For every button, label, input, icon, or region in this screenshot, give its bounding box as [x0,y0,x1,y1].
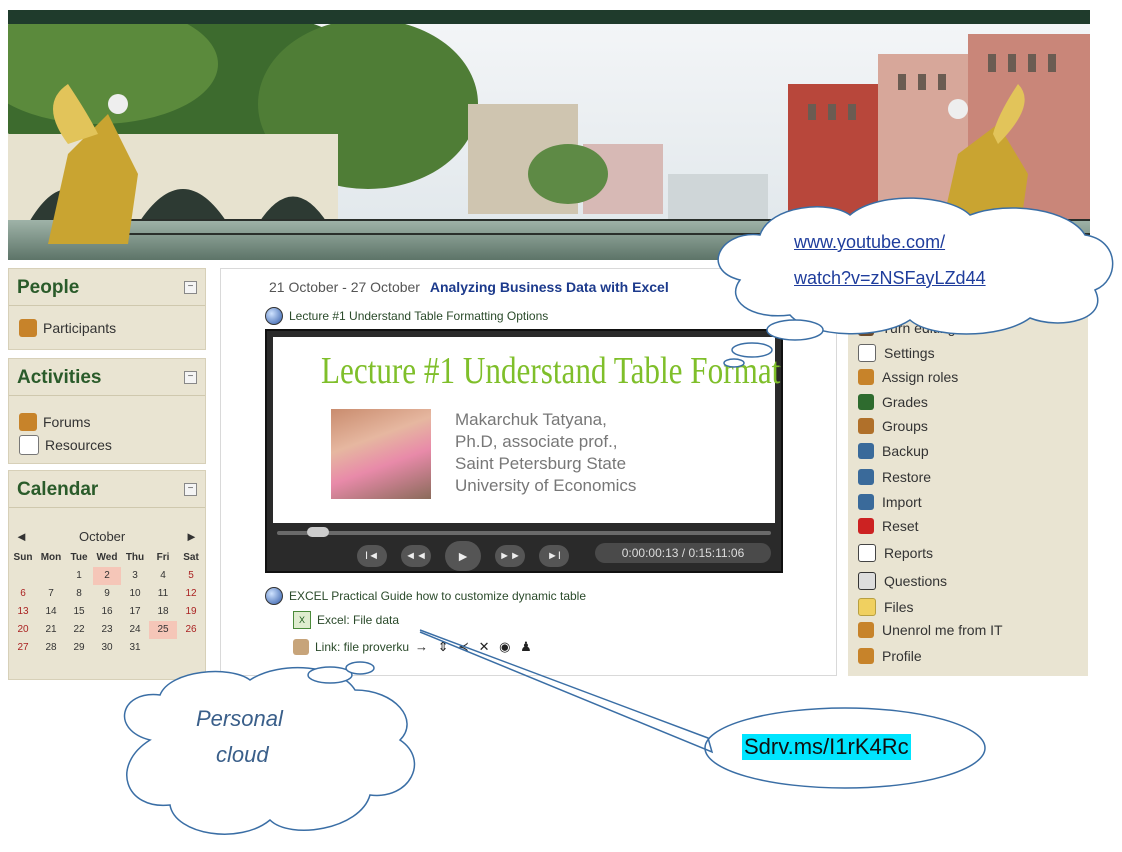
callout-overlays [123,197,1114,835]
personal-cloud-bubble [345,661,375,675]
youtube-link-line1[interactable]: www.youtube.com/ [794,232,945,253]
personal-callout-cloud [123,666,416,835]
sdrv-callout-pointer [419,629,714,754]
youtube-callout-cloud [717,197,1114,335]
personal-cloud-text: Personal [196,706,283,731]
youtube-cloud-bubble [731,342,773,358]
youtube-link-line2[interactable]: watch?v=zNSFayLZd44 [794,268,986,289]
youtube-cloud-bubble [766,319,824,341]
sdrv-link[interactable]: Sdrv.ms/I1rK4Rc [742,734,911,760]
youtube-cloud-bubble [723,358,745,368]
personal-cloud-text: cloud [216,742,269,767]
personal-cloud-bubble [307,666,353,684]
